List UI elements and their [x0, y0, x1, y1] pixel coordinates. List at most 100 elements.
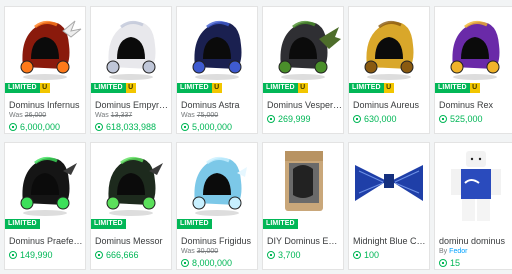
limited-badge: LIMITED U — [349, 83, 394, 93]
catalog-grid: LIMITED U Dominus Infernus Was 26,000 6,000,0… — [0, 0, 512, 274]
catalog-item-card[interactable]: LIMITED Dominus Messor 666,666 — [90, 142, 172, 270]
item-thumbnail[interactable] — [177, 143, 257, 225]
catalog-item-card[interactable]: LIMITED U Dominus Rex 525,000 — [434, 6, 512, 134]
limited-badge: LIMITED — [5, 219, 40, 229]
was-price: 26,000 — [24, 112, 47, 119]
item-name[interactable]: Dominus Aureus — [353, 100, 429, 110]
robux-icon — [267, 251, 275, 259]
price-value: 149,990 — [20, 250, 53, 260]
was-price-line: Was 26,000 — [9, 112, 85, 119]
item-name[interactable]: Dominus Astra — [181, 100, 257, 110]
item-thumbnail[interactable] — [435, 143, 512, 225]
limited-badge: LIMITED — [263, 219, 298, 229]
price-value: 525,000 — [450, 114, 483, 124]
was-price-line: Was 30,000 — [181, 248, 257, 255]
robux-icon — [353, 115, 361, 123]
item-name[interactable]: Dominus Empyreus — [95, 100, 171, 110]
item-price: 269,999 — [267, 113, 311, 125]
limited-label: LIMITED — [177, 219, 212, 229]
robux-icon — [181, 259, 189, 267]
robux-icon — [353, 251, 361, 259]
price-value: 15 — [450, 258, 461, 268]
item-name[interactable]: Dominus Messor — [95, 236, 171, 246]
limited-label: LIMITED — [91, 219, 126, 229]
unique-badge: U — [297, 83, 308, 93]
limited-badge: LIMITED U — [5, 83, 50, 93]
price-value: 630,000 — [364, 114, 397, 124]
dominus-messor-image — [106, 156, 163, 216]
was-label: Was — [181, 248, 195, 255]
item-name[interactable]: Dominus Infernus — [9, 100, 85, 110]
item-thumbnail[interactable] — [263, 143, 343, 225]
item-name[interactable]: Dominus Frigidus — [181, 236, 257, 246]
item-price: 149,990 — [9, 249, 53, 261]
robux-icon — [95, 123, 103, 131]
catalog-item-card[interactable]: LIMITED U Dominus Empyreus Was 13,337 618,033… — [90, 6, 172, 134]
catalog-item-card[interactable]: LIMITED Dominus Frigidus Was 30,000 8,000,00… — [176, 142, 258, 270]
item-name[interactable]: Midnight Blue Chain Bow Tie — [353, 236, 429, 246]
creator-link[interactable]: Fedor — [449, 248, 467, 255]
dominus-empyreus-image — [106, 20, 156, 80]
robux-icon — [181, 123, 189, 131]
item-thumbnail[interactable] — [5, 143, 85, 225]
robux-icon — [439, 115, 447, 123]
item-price: 630,000 — [353, 113, 397, 125]
catalog-item-card[interactable]: LIMITED U Dominus Astra Was 75,000 5,000,000 — [176, 6, 258, 134]
item-name[interactable]: Dominus Vespertilio — [267, 100, 343, 110]
item-price: 5,000,000 — [181, 121, 232, 133]
dominus-vespertilio-image — [278, 20, 341, 80]
limited-badge: LIMITED U — [91, 83, 136, 93]
limited-label: LIMITED — [263, 219, 298, 229]
limited-badge: LIMITED U — [435, 83, 480, 93]
creator-line: By Fedor — [439, 248, 512, 255]
price-value: 100 — [364, 250, 380, 260]
item-thumbnail[interactable] — [5, 7, 85, 89]
item-price: 618,033,988 — [95, 121, 156, 133]
catalog-item-card[interactable]: LIMITED U Dominus Vespertilio 269,999 — [262, 6, 344, 134]
item-price: 3,700 — [267, 249, 301, 261]
item-thumbnail[interactable] — [263, 7, 343, 89]
item-name[interactable]: Dominus Praefectus — [9, 236, 85, 246]
catalog-item-card[interactable]: LIMITED U Dominus Infernus Was 26,000 6,000,0… — [4, 6, 86, 134]
item-name[interactable]: DIY Dominus Empyreus — [267, 236, 343, 246]
catalog-item-card[interactable]: LIMITED U Dominus Aureus 630,000 — [348, 6, 430, 134]
was-label: Was — [181, 112, 195, 119]
unique-badge: U — [211, 83, 222, 93]
item-price: 6,000,000 — [9, 121, 60, 133]
robux-icon — [95, 251, 103, 259]
catalog-item-card[interactable]: Midnight Blue Chain Bow Tie 100 — [348, 142, 430, 270]
limited-label: LIMITED — [5, 219, 40, 229]
item-name[interactable]: dominu dominus — [439, 236, 512, 246]
unique-badge: U — [125, 83, 136, 93]
item-thumbnail[interactable] — [177, 7, 257, 89]
item-thumbnail[interactable] — [349, 7, 429, 89]
limited-label: LIMITED — [349, 83, 384, 93]
robux-icon — [267, 115, 275, 123]
was-price-line: Was 75,000 — [181, 112, 257, 119]
item-price: 525,000 — [439, 113, 483, 125]
limited-badge: LIMITED — [177, 219, 212, 229]
midnight-blue-bow-tie-image — [355, 165, 423, 201]
dominus-aureus-image — [364, 20, 414, 80]
item-thumbnail[interactable] — [91, 143, 171, 225]
item-thumbnail[interactable] — [91, 7, 171, 89]
unique-badge: U — [469, 83, 480, 93]
item-thumbnail[interactable] — [349, 143, 429, 225]
was-price: 30,000 — [196, 248, 219, 255]
price-value: 618,033,988 — [106, 122, 157, 132]
item-price: 15 — [439, 257, 460, 269]
dominus-astra-image — [192, 20, 242, 80]
limited-label: LIMITED — [435, 83, 470, 93]
robux-icon — [9, 251, 17, 259]
price-value: 3,700 — [278, 250, 301, 260]
price-value: 6,000,000 — [20, 122, 61, 132]
catalog-item-card[interactable]: LIMITED DIY Dominus Empyreus 3,700 — [262, 142, 344, 270]
unique-badge: U — [39, 83, 50, 93]
price-value: 5,000,000 — [192, 122, 233, 132]
item-thumbnail[interactable] — [435, 7, 512, 89]
was-price: 75,000 — [196, 112, 219, 119]
catalog-item-card[interactable]: LIMITED Dominus Praefectus 149,990 — [4, 142, 86, 270]
item-name[interactable]: Dominus Rex — [439, 100, 512, 110]
catalog-item-card[interactable]: dominu dominus By Fedor 15 — [434, 142, 512, 270]
item-price: 100 — [353, 249, 379, 261]
